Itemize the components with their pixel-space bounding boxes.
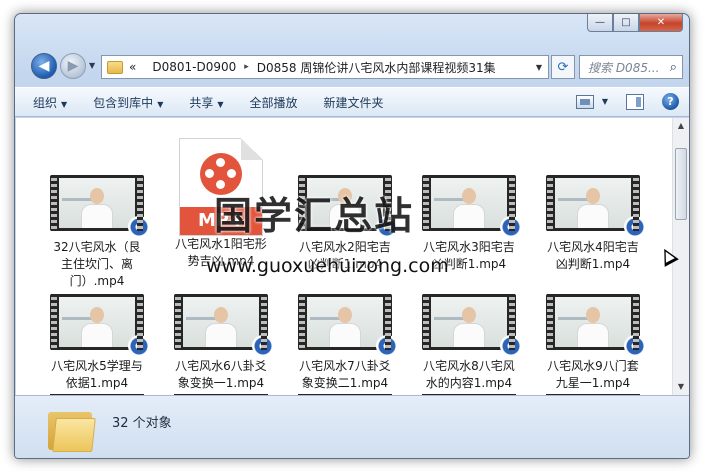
close-button[interactable]: ✕ [639,14,683,32]
file-name: 32八宅风水（艮主住坎门、离门）.mp4 [53,240,141,288]
forward-button[interactable]: ▶ [60,53,86,79]
back-arrow-icon: ◀ [38,58,50,74]
scroll-down-arrow-icon[interactable]: ▼ [673,379,689,395]
search-placeholder: 搜索 D085... [588,60,660,75]
file-name: 八宅风水4阳宅吉凶判断1.mp4 [547,240,639,271]
back-button[interactable]: ◀ [31,53,57,79]
media-player-icon [376,335,398,357]
file-item[interactable]: 八宅风水9八门套九星一1.mp4 [543,294,646,392]
file-name: 八宅风水6八卦爻象变换一1.mp4 [175,359,267,390]
video-thumbnail [546,175,646,238]
caption-buttons: — □ ✕ [587,14,683,32]
video-thumbnail [50,175,150,238]
video-thumbnail [422,175,522,238]
folder-icon [48,408,98,452]
refresh-icon: ⟳ [557,59,569,75]
change-view-icon[interactable] [575,94,594,109]
media-player-icon [500,335,522,357]
address-dropdown-icon[interactable]: ▼ [536,63,542,72]
search-input[interactable]: 搜索 D085... ⌕ [579,55,683,79]
scroll-up-arrow-icon[interactable]: ▲ [673,118,689,134]
organize-menu[interactable]: 组织 ▼ [33,94,67,111]
chevron-down-icon: ▼ [157,99,164,109]
video-thumbnail [298,294,398,357]
file-name: 八宅风水7八卦爻象变换二1.mp4 [299,359,391,390]
view-options-dropdown[interactable]: ▼ [602,97,608,106]
share-menu[interactable]: 共享 ▼ [189,94,223,111]
watermark-url: www.guoxuehuizong.com [206,255,449,277]
search-icon[interactable]: ⌕ [670,60,677,75]
preview-pane-icon[interactable] [626,93,644,110]
media-player-icon [624,216,646,238]
play-all-button[interactable]: 全部播放 [250,94,298,111]
media-player-icon [624,335,646,357]
folder-icon [107,60,123,74]
video-thumbnail [50,294,150,357]
include-library-label: 包含到库中 [93,95,154,110]
watermark-text: 国学汇总站 [214,194,415,238]
view-controls: ▼ ? [575,93,679,110]
breadcrumb-parent[interactable]: D0801-D0900 [152,60,236,74]
share-label: 共享 [189,95,214,110]
forward-arrow-icon: ▶ [67,58,79,74]
video-thumbnail [546,294,646,357]
file-item[interactable]: 32八宅风水（艮主住坎门、离门）.mp4 [47,175,150,290]
file-item[interactable]: 八宅风水4阳宅吉凶判断1.mp4 [543,175,646,273]
address-bar[interactable]: « D0801-D0900 ▸ D0858 周锦伦讲八宅风水内部课程视频31集 … [101,55,549,79]
chevron-down-icon: ▼ [217,99,224,109]
file-item[interactable]: 八宅风水8八宅风水的内容1.mp4 [419,294,522,392]
media-player-icon [500,216,522,238]
chevron-down-icon: ▼ [61,99,68,109]
file-item[interactable]: 八宅风水6八卦爻象变换一1.mp4 [171,294,274,392]
file-name: 八宅风水8八宅风水的内容1.mp4 [423,359,515,390]
command-bar: 组织 ▼ 包含到库中 ▼ 共享 ▼ 全部播放 新建文件夹 ▼ ? [15,87,689,117]
scrollbar-thumb[interactable] [675,148,687,220]
organize-label: 组织 [33,95,58,110]
maximize-button[interactable]: □ [613,14,639,32]
video-thumbnail [174,294,274,357]
media-player-icon [252,335,274,357]
address-overflow-chevron[interactable]: « [129,60,136,74]
breadcrumb-current[interactable]: D0858 周锦伦讲八宅风水内部课程视频31集 [257,59,496,76]
video-thumbnail [422,294,522,357]
media-player-icon [128,335,150,357]
help-icon[interactable]: ? [662,93,679,110]
navigation-bar: ◀ ▶ ▼ « D0801-D0900 ▸ D0858 周锦伦讲八宅风水内部课程… [15,47,689,81]
refresh-button[interactable]: ⟳ [551,55,575,79]
details-pane: 32 个对象 [15,395,689,458]
file-name: 八宅风水9八门套九星一1.mp4 [547,359,639,390]
object-count: 32 个对象 [112,416,172,431]
breadcrumb-separator[interactable]: ▸ [244,62,249,72]
include-in-library-menu[interactable]: 包含到库中 ▼ [93,94,163,111]
file-item[interactable]: 八宅风水5学理与依据1.mp4 [47,294,150,392]
file-item[interactable]: 八宅风水7八卦爻象变换二1.mp4 [295,294,398,392]
minimize-button[interactable]: — [587,14,613,32]
file-name: 八宅风水5学理与依据1.mp4 [51,359,143,390]
new-folder-button[interactable]: 新建文件夹 [324,94,384,111]
recent-pages-dropdown[interactable]: ▼ [89,61,95,70]
media-player-icon [128,216,150,238]
